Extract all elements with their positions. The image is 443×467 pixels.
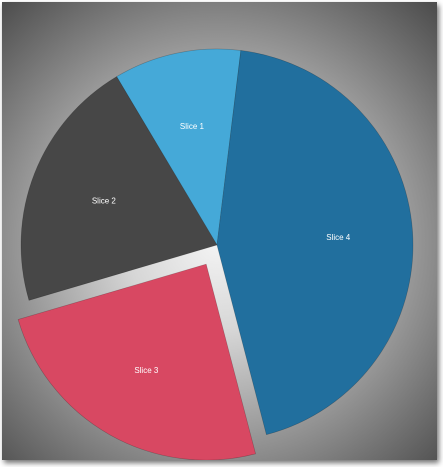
pie-slices	[17, 48, 414, 460]
slice-label-1: Slice 1	[180, 122, 205, 131]
slice-label-4: Slice 4	[326, 233, 351, 242]
pie-slice-4	[216, 50, 414, 436]
slice-label-2: Slice 2	[92, 197, 117, 206]
chart-frame: Slice 1 Slice 2 Slice 3 Slice 4	[2, 2, 437, 460]
pie-chart: Slice 1 Slice 2 Slice 3 Slice 4	[17, 48, 414, 460]
pie-slice-3	[17, 263, 256, 460]
slice-label-3: Slice 3	[134, 366, 159, 375]
